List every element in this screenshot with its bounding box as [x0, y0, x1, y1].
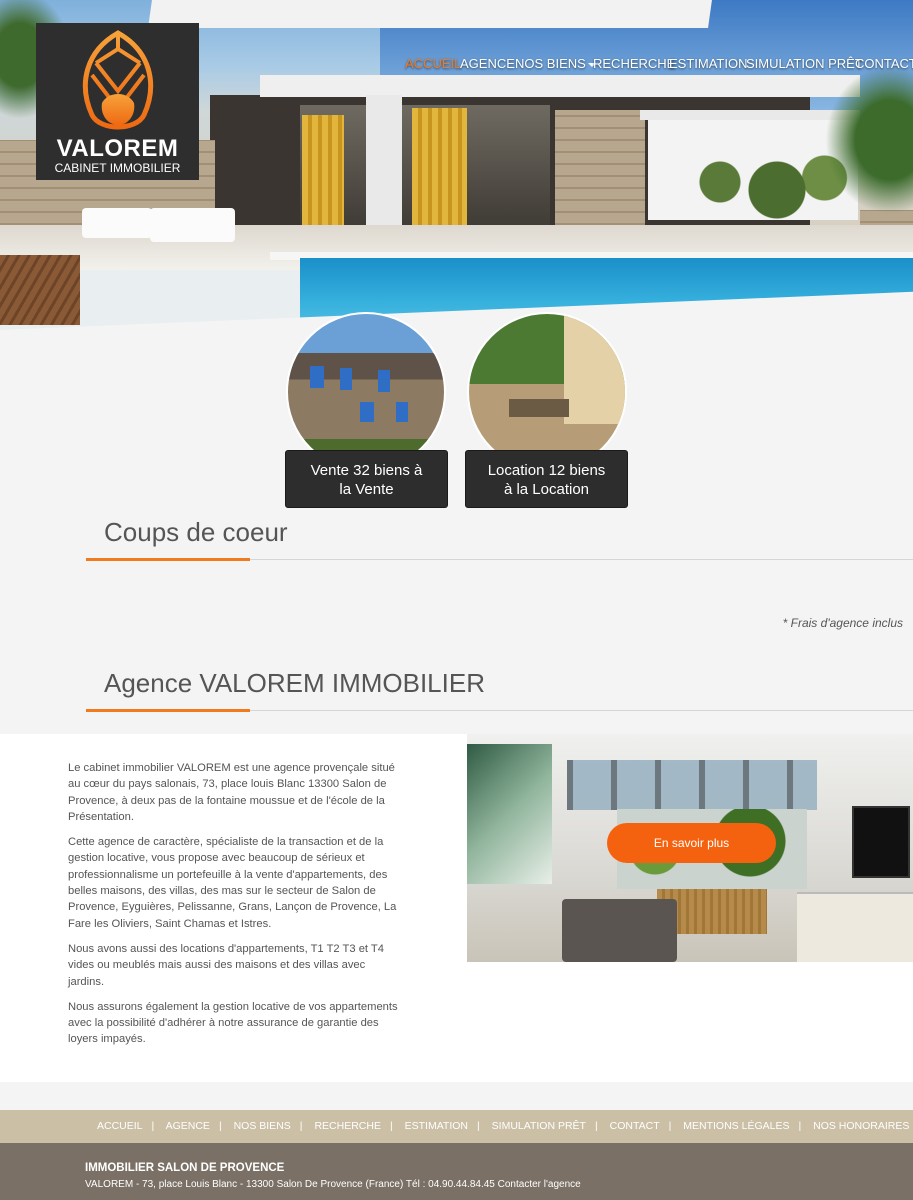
- nav-item-nos-biens[interactable]: NOS BIENS: [515, 56, 596, 71]
- agency-paragraph: Nous avons aussi des locations d'apparte…: [68, 942, 384, 988]
- footer-separator: |: [299, 1120, 303, 1132]
- sale-category-line2: la Vente: [339, 481, 394, 498]
- footer-link-estimation[interactable]: ESTIMATION: [405, 1120, 468, 1132]
- site-logo[interactable]: VALOREM CABINET IMMOBILIER: [36, 23, 199, 180]
- logo-emblem-icon: [82, 30, 154, 130]
- footer-separator: |: [151, 1120, 155, 1132]
- nav-item-recherche[interactable]: RECHERCHE: [593, 56, 675, 71]
- rental-category-line2: à la Location: [503, 481, 590, 498]
- footer-nav: ACCUEIL | AGENCE | NOS BIENS | RECHERCHE | E…: [0, 1110, 913, 1143]
- agency-fees-note: * Frais d'agence inclus: [782, 616, 903, 630]
- agency-accent-bar: [86, 709, 250, 712]
- footer-link-simulation-pret[interactable]: SIMULATION PRÊT: [492, 1120, 586, 1132]
- footer-link-agence[interactable]: AGENCE: [166, 1120, 210, 1132]
- rental-category-button[interactable]: Location 12 biens à la Location: [465, 450, 628, 508]
- brand-name: VALOREM: [56, 135, 179, 162]
- brand-tagline: CABINET IMMOBILIER: [54, 161, 181, 175]
- footer-link-mentions-legales[interactable]: MENTIONS LÉGALES: [683, 1120, 789, 1132]
- footer-title: IMMOBILIER SALON DE PROVENCE: [85, 1162, 285, 1174]
- sale-category-button[interactable]: Vente 32 biens à la Vente: [285, 450, 448, 508]
- footer-separator: |: [218, 1120, 222, 1132]
- favorites-title: Coups de coeur: [104, 517, 288, 547]
- agency-paragraph: Le cabinet immobilier VALOREM est une ag…: [68, 762, 395, 823]
- agency-section: Le cabinet immobilier VALOREM est une ag…: [0, 734, 913, 1082]
- nav-item-simulation-pret[interactable]: SIMULATION PRÊT: [746, 56, 863, 71]
- nav-item-agence[interactable]: AGENCE: [460, 56, 515, 71]
- footer-link-nos-biens[interactable]: NOS BIENS: [234, 1120, 291, 1132]
- sale-category-image[interactable]: [286, 312, 446, 472]
- footer-separator: |: [477, 1120, 480, 1132]
- footer-address: VALOREM - 73, place Louis Blanc - 13300 …: [85, 1179, 581, 1190]
- site-footer: IMMOBILIER SALON DE PROVENCE VALOREM - 7…: [0, 1143, 913, 1200]
- learn-more-button[interactable]: En savoir plus: [607, 823, 776, 863]
- agency-paragraph: Nous assurons également la gestion locat…: [68, 1000, 398, 1046]
- rental-category-line1: Location 12 biens: [487, 462, 606, 479]
- favorites-accent-bar: [86, 558, 250, 561]
- nav-item-accueil[interactable]: ACCUEIL: [405, 56, 461, 71]
- agency-title: Agence VALOREM IMMOBILIER: [104, 668, 485, 698]
- footer-separator: |: [594, 1120, 598, 1132]
- agency-paragraph: Cette agence de caractère, spécialiste d…: [68, 836, 397, 930]
- main-nav: ACCUEIL AGENCE NOS BIENS RECHERCHE ESTIM…: [0, 56, 913, 76]
- footer-separator: |: [798, 1120, 802, 1132]
- agency-description: Le cabinet immobilier VALOREM est une ag…: [68, 760, 398, 1057]
- footer-link-accueil[interactable]: ACCUEIL: [97, 1120, 143, 1132]
- footer-link-contact[interactable]: CONTACT: [610, 1120, 660, 1132]
- rental-category-image[interactable]: [467, 312, 627, 472]
- nav-item-contact[interactable]: CONTACT: [855, 56, 913, 71]
- sale-category-line1: Vente 32 biens à: [310, 462, 423, 479]
- footer-separator: |: [668, 1120, 672, 1132]
- footer-separator: |: [389, 1120, 393, 1132]
- footer-link-nos-honoraires[interactable]: NOS HONORAIRES: [813, 1120, 909, 1132]
- nav-item-nos-biens-label: NOS BIENS: [515, 56, 586, 71]
- footer-link-recherche[interactable]: RECHERCHE: [314, 1120, 381, 1132]
- nav-item-estimation[interactable]: ESTIMATION: [669, 56, 747, 71]
